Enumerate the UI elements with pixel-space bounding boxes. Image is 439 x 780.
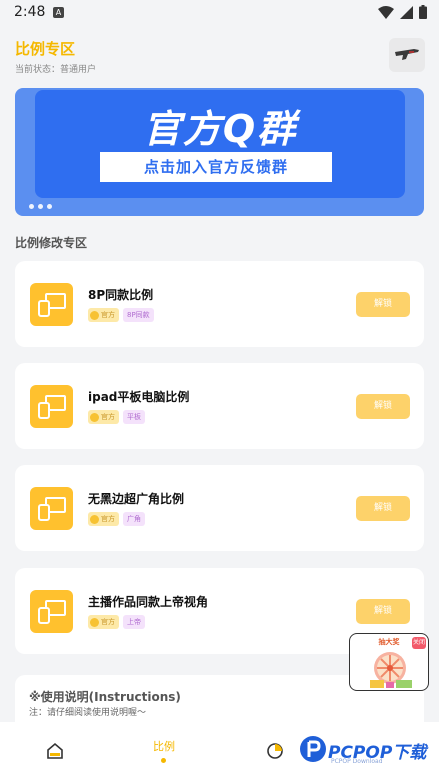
- ratio-card: 8P同款比例 官方 8P同款 解锁: [15, 261, 424, 347]
- wifi-icon: [378, 5, 394, 19]
- gun-skin-button[interactable]: [389, 38, 425, 72]
- unlock-button[interactable]: 解锁: [356, 394, 410, 419]
- pcpop-logo-icon: [300, 736, 326, 762]
- nav-home[interactable]: [40, 722, 70, 780]
- unlock-button[interactable]: 解锁: [356, 292, 410, 317]
- coin-icon: [90, 514, 99, 524]
- prize-wheel-icon: [370, 652, 412, 688]
- official-tag-label: 官方: [101, 618, 115, 626]
- rifle-icon: [395, 49, 419, 60]
- device-icon: [30, 487, 73, 530]
- section-title: 比例修改专区: [15, 236, 88, 250]
- pagination-dot: [47, 204, 52, 209]
- official-tag: 官方: [88, 512, 119, 526]
- unlock-button[interactable]: 解锁: [356, 599, 410, 624]
- status-time: 2:48: [14, 4, 46, 20]
- watermark-small: PCPOP Download: [331, 758, 383, 765]
- coin-icon: [90, 412, 99, 422]
- nav-stats[interactable]: [260, 722, 290, 780]
- official-tag-label: 官方: [101, 413, 115, 421]
- instructions-title: ※使用说明(Instructions): [29, 690, 181, 704]
- signal-icon: [400, 5, 413, 19]
- pie-chart-icon: [267, 743, 283, 759]
- home-icon: [47, 742, 63, 759]
- kind-tag: 平板: [123, 410, 145, 424]
- card-tags: 官方 广角: [88, 512, 145, 526]
- card-title: 8P同款比例: [88, 288, 154, 302]
- join-group-button[interactable]: 点击加入官方反馈群: [100, 152, 332, 182]
- nav-ratio-label: 比例: [153, 740, 175, 753]
- unlock-button[interactable]: 解锁: [356, 496, 410, 521]
- status-bar: 2:48 A: [0, 0, 439, 26]
- qq-group-banner[interactable]: 官方Q群 点击加入官方反馈群: [15, 88, 424, 216]
- kind-tag: 8P同款: [123, 308, 154, 322]
- banner-pagination: [29, 204, 52, 209]
- official-tag-label: 官方: [101, 515, 115, 523]
- banner-title: 官方Q群: [142, 107, 298, 151]
- official-tag: 官方: [88, 308, 119, 322]
- status-icons: [378, 5, 427, 19]
- header: 比例专区 当前状态：普通用户: [0, 26, 439, 86]
- official-tag: 官方: [88, 615, 119, 629]
- coin-icon: [90, 310, 99, 320]
- kind-tag: 广角: [123, 512, 145, 526]
- card-title: ipad平板电脑比例: [88, 390, 190, 404]
- notification-icon: A: [53, 7, 64, 18]
- user-status: 当前状态：普通用户: [15, 65, 97, 75]
- banner-card: 官方Q群 点击加入官方反馈群: [35, 90, 405, 198]
- kind-tag: 上帝: [123, 615, 145, 629]
- device-icon: [30, 590, 73, 633]
- card-title: 主播作品同款上帝视角: [88, 595, 209, 609]
- lucky-draw-float[interactable]: 抽大奖 关闭: [349, 633, 429, 691]
- pcpop-watermark: PCPOP下载 PCPOP Download: [298, 734, 432, 766]
- card-tags: 官方 平板: [88, 410, 145, 424]
- ratio-card: ipad平板电脑比例 官方 平板 解锁: [15, 363, 424, 449]
- official-tag: 官方: [88, 410, 119, 424]
- coin-icon: [90, 617, 99, 627]
- card-tags: 官方 上帝: [88, 615, 145, 629]
- card-tags: 官方 8P同款: [88, 308, 154, 322]
- active-indicator: [161, 758, 166, 763]
- card-title: 无黑边超广角比例: [88, 492, 185, 506]
- instructions-note: 注：请仔细阅读使用说明喔～: [29, 708, 147, 718]
- pagination-dot: [29, 204, 34, 209]
- battery-icon: [419, 5, 427, 19]
- pagination-dot: [38, 204, 43, 209]
- ratio-card: 无黑边超广角比例 官方 广角 解锁: [15, 465, 424, 551]
- page-title: 比例专区: [15, 40, 76, 58]
- device-icon: [30, 385, 73, 428]
- device-icon: [30, 283, 73, 326]
- official-tag-label: 官方: [101, 311, 115, 319]
- nav-ratio[interactable]: 比例: [150, 722, 180, 780]
